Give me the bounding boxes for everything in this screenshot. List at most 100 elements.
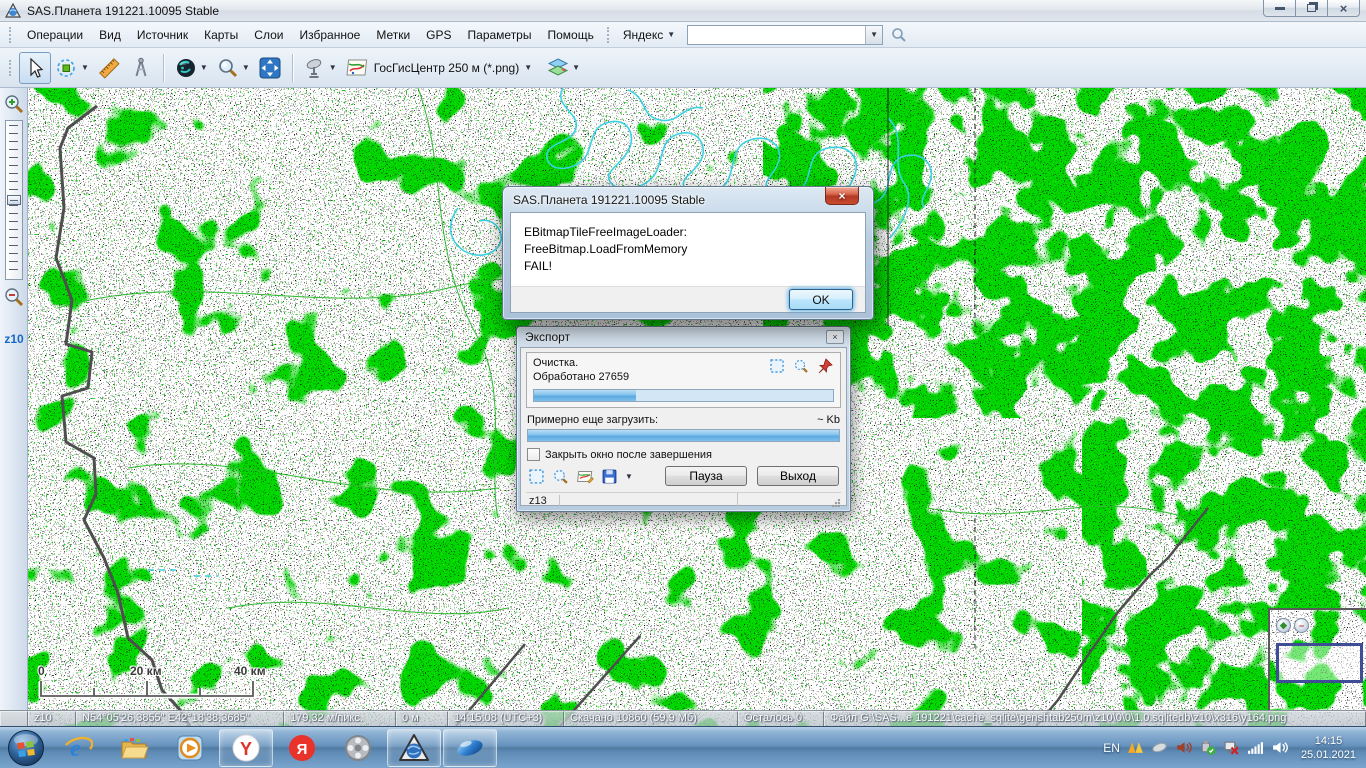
save-dropdown-icon[interactable]: ▼ bbox=[625, 472, 633, 481]
export-dialog-close-button[interactable]: × bbox=[826, 330, 844, 344]
error-dialog: SAS.Планета 191221.10095 Stable × EBitma… bbox=[502, 186, 874, 320]
fullscreen-button[interactable] bbox=[254, 52, 286, 84]
tray-clock[interactable]: 14:15 25.01.2021 bbox=[1301, 734, 1356, 762]
menu-item-help[interactable]: Помощь bbox=[539, 24, 601, 46]
save-icon[interactable] bbox=[601, 468, 618, 485]
remaining-download-label: Примерно еще загрузить: bbox=[527, 414, 658, 426]
statusbar-downloaded: Скачано 10860 (59,9 Мб) bbox=[564, 711, 738, 726]
tray-network-error-icon[interactable] bbox=[1223, 739, 1240, 756]
menu-item-source[interactable]: Источник bbox=[129, 24, 196, 46]
chevron-down-icon: ▼ bbox=[667, 30, 675, 39]
export-dialog: Экспорт × Очистка. Обработано 27659 Прим… bbox=[516, 326, 851, 512]
chevron-down-icon: ▼ bbox=[200, 63, 208, 72]
error-dialog-footer: OK bbox=[511, 286, 865, 312]
tray-volume-icon[interactable] bbox=[1271, 739, 1288, 756]
exit-button[interactable]: Выход bbox=[757, 466, 839, 486]
globe-icon bbox=[174, 56, 198, 80]
search-provider-dropdown[interactable]: Яндекс ▼ bbox=[617, 25, 681, 45]
taskbar-sasplanet-button[interactable] bbox=[387, 729, 441, 767]
search-icon[interactable] bbox=[891, 27, 907, 43]
ok-button[interactable]: OK bbox=[789, 289, 853, 310]
restore-icon bbox=[1307, 4, 1316, 12]
language-indicator[interactable]: EN bbox=[1103, 741, 1120, 755]
zoom-slider[interactable] bbox=[5, 120, 23, 280]
chevron-down-icon: ▼ bbox=[572, 63, 580, 72]
minimap[interactable]: ◆ − bbox=[1268, 608, 1366, 726]
tray-date: 25.01.2021 bbox=[1301, 748, 1356, 762]
chevron-down-icon: ▼ bbox=[242, 63, 250, 72]
selection-rect-icon[interactable] bbox=[769, 358, 785, 374]
export-statusbar: z13 bbox=[526, 492, 841, 509]
toolbar-grip[interactable] bbox=[9, 60, 14, 76]
selection-rect-icon[interactable] bbox=[528, 468, 545, 485]
taskbar-wmp-button[interactable] bbox=[163, 729, 217, 767]
zoom-to-selection-icon[interactable] bbox=[552, 468, 569, 485]
menu-item-favorites[interactable]: Избранное bbox=[291, 24, 368, 46]
cursor-icon bbox=[23, 56, 47, 80]
pause-button[interactable]: Пауза bbox=[665, 466, 747, 486]
search-combobox[interactable]: ▼ bbox=[687, 25, 883, 45]
internet-cache-button[interactable]: ▼ bbox=[170, 52, 212, 84]
taskbar-yandex-browser-button[interactable]: Y bbox=[219, 729, 273, 767]
menu-item-gps[interactable]: GPS bbox=[418, 24, 459, 46]
menu-item-placemarks[interactable]: Метки bbox=[368, 24, 418, 46]
move-cursor-button[interactable] bbox=[19, 52, 51, 84]
restore-button[interactable] bbox=[1295, 0, 1328, 17]
close-after-finish-checkbox[interactable] bbox=[527, 448, 540, 461]
map-edit-icon[interactable] bbox=[576, 468, 594, 485]
film-reel-icon bbox=[343, 733, 373, 763]
taskbar-yandex-button[interactable]: Я bbox=[275, 729, 329, 767]
minimize-button[interactable] bbox=[1263, 0, 1296, 17]
navigation-compass-button[interactable] bbox=[125, 52, 157, 84]
measure-distance-button[interactable] bbox=[93, 52, 125, 84]
window-titlebar: SAS.Планета 191221.10095 Stable bbox=[0, 0, 1366, 22]
export-dialog-titlebar: Экспорт × bbox=[520, 327, 847, 347]
gps-connect-button[interactable]: ▼ bbox=[299, 52, 341, 84]
error-dialog-close-button[interactable]: × bbox=[825, 187, 859, 205]
selection-manager-button[interactable]: ▼ bbox=[51, 52, 93, 84]
error-dialog-body: EBitmapTileFreeImageLoader: FreeBitmap.L… bbox=[510, 212, 866, 313]
zoom-slider-handle[interactable] bbox=[7, 195, 21, 205]
menu-item-layers[interactable]: Слои bbox=[246, 24, 291, 46]
tray-signal-icon[interactable] bbox=[1247, 739, 1264, 756]
zoom-in-button[interactable] bbox=[3, 93, 25, 115]
close-button[interactable]: × bbox=[1327, 0, 1360, 17]
search-toolbar-grip[interactable] bbox=[607, 27, 612, 43]
layers-icon bbox=[546, 56, 570, 80]
menu-item-view[interactable]: Вид bbox=[91, 24, 129, 46]
minimap-zoom-out-button[interactable]: − bbox=[1294, 618, 1309, 633]
tray-usb-icon[interactable] bbox=[1199, 739, 1216, 756]
download-progressbar bbox=[527, 429, 840, 442]
tray-grey-swoosh-icon[interactable] bbox=[1151, 739, 1168, 756]
tray-volume-legacy-icon[interactable] bbox=[1175, 739, 1192, 756]
sasplanet-icon bbox=[398, 733, 430, 763]
taskbar-ie-button[interactable]: e bbox=[51, 729, 105, 767]
start-button[interactable] bbox=[2, 728, 50, 768]
pin-icon[interactable] bbox=[817, 358, 833, 374]
toolbar: ▼ ▼ ▼ ▼ ГосГисЦентр 250 м (*.png) ▼ ▼ bbox=[0, 48, 1366, 88]
menu-item-maps[interactable]: Карты bbox=[196, 24, 246, 46]
error-message-line1: EBitmapTileFreeImageLoader: FreeBitmap.L… bbox=[524, 224, 852, 258]
zoom-out-button[interactable] bbox=[3, 286, 25, 308]
taskbar-media-app-button[interactable] bbox=[331, 729, 385, 767]
search-input[interactable] bbox=[688, 26, 865, 44]
taskbar-explorer-button[interactable] bbox=[107, 729, 161, 767]
minimap-zoom-in-button[interactable]: ◆ bbox=[1276, 618, 1291, 633]
error-message-line2: FAIL! bbox=[524, 258, 852, 275]
layers-button[interactable]: ▼ bbox=[542, 52, 584, 84]
minimap-viewport-rect[interactable] bbox=[1276, 643, 1363, 683]
zoom-tool-button[interactable]: ▼ bbox=[212, 52, 254, 84]
map-source-button[interactable]: ГосГисЦентр 250 м (*.png) ▼ bbox=[341, 52, 536, 84]
menubar-grip[interactable] bbox=[9, 27, 14, 43]
menu-item-operations[interactable]: Операции bbox=[19, 24, 91, 46]
menu-item-settings[interactable]: Параметры bbox=[460, 24, 540, 46]
system-tray: EN 14:15 25.01.2021 bbox=[1103, 734, 1366, 762]
fullscreen-icon bbox=[258, 56, 282, 80]
statusbar-remaining: Осталось 0 bbox=[738, 711, 824, 726]
zoom-to-selection-icon[interactable] bbox=[793, 358, 809, 374]
statusbar-elevation: 0 м bbox=[396, 711, 448, 726]
tray-orange-app-icon[interactable] bbox=[1127, 739, 1144, 756]
search-dropdown-button[interactable]: ▼ bbox=[865, 26, 882, 44]
taskbar-app-button[interactable] bbox=[443, 729, 497, 767]
export-status-grip[interactable] bbox=[738, 493, 841, 509]
